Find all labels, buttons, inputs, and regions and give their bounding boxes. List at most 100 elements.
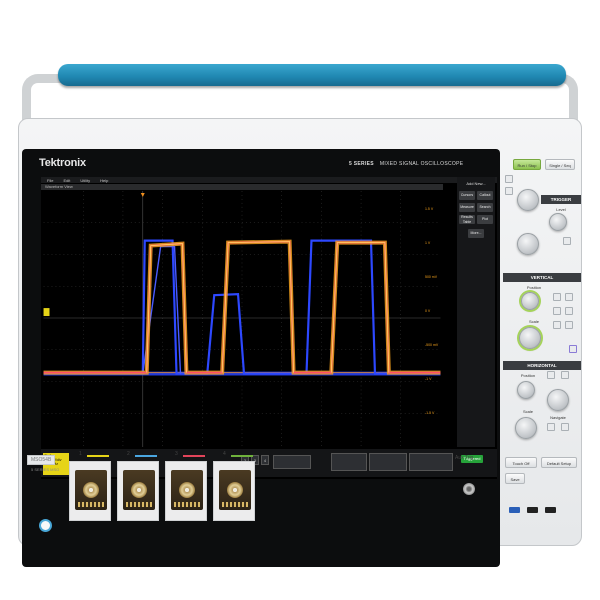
horizontal-key-2[interactable] — [561, 371, 569, 379]
front-panel-controls: Run / Stop Single / Seq TRIGGER Level VE… — [503, 157, 581, 561]
scale-label: 1.5 V — [425, 207, 434, 211]
navigate-label: Navigate — [550, 415, 566, 420]
trigger-level-label: Level — [556, 207, 566, 212]
ch4-input-connector[interactable] — [213, 461, 255, 521]
ch3-input-connector[interactable] — [165, 461, 207, 521]
ch2-bnc-icon — [131, 482, 147, 498]
power-button[interactable] — [39, 519, 52, 532]
vertical-key-6[interactable] — [565, 321, 573, 329]
touchscreen[interactable]: File Edit Utility Help Waveform View 1.5… — [41, 177, 497, 479]
aux-trig-connector[interactable] — [463, 483, 475, 495]
vertical-position-label: Position — [526, 285, 542, 290]
ch2-probe-pins — [126, 502, 152, 507]
add-math-ref-bus[interactable] — [273, 455, 311, 469]
trigger-mode-key[interactable] — [505, 175, 513, 183]
acquisition-badge[interactable] — [409, 453, 453, 471]
cursors-button[interactable]: Cursors — [459, 191, 475, 200]
menu-utility[interactable]: Utility — [80, 178, 90, 183]
usb-port-3[interactable] — [545, 507, 556, 513]
vertical-scale-knob[interactable] — [519, 327, 541, 349]
ch2-color-stripe — [135, 455, 157, 457]
menu-file[interactable]: File — [47, 178, 53, 183]
waveform-grid[interactable] — [43, 191, 441, 447]
menu-help[interactable]: Help — [100, 178, 108, 183]
ch2-connector-body — [123, 470, 155, 510]
horizontal-scale-knob[interactable] — [515, 417, 537, 439]
usb-port-1[interactable] — [509, 507, 520, 513]
vertical-key-7[interactable] — [569, 345, 577, 353]
measure-button[interactable]: Measure — [459, 203, 475, 212]
ch1-color-stripe — [87, 455, 109, 457]
model-sub-label: 5 SERIES MSO — [31, 467, 60, 472]
navigate-knob[interactable] — [547, 389, 569, 411]
ch4-button[interactable]: 4 — [261, 455, 269, 465]
ch3-number: 3 — [175, 451, 178, 457]
force-key[interactable] — [505, 187, 513, 195]
ch4-connector-body — [219, 470, 251, 510]
ch3-connector-body — [171, 470, 203, 510]
menu-bar: File Edit Utility Help — [41, 177, 497, 183]
ch1-input-connector[interactable] — [69, 461, 111, 521]
ch4-probe-pins — [222, 502, 248, 507]
ch2-input-connector[interactable] — [117, 461, 159, 521]
trigger-badge[interactable] — [369, 453, 407, 471]
vertical-key-2[interactable] — [565, 293, 573, 301]
default-setup-button[interactable]: Default Setup — [541, 457, 577, 468]
trigger-position-marker — [140, 192, 145, 197]
more-button[interactable]: More... — [468, 229, 484, 238]
trigger-level-knob[interactable] — [549, 213, 567, 231]
handle-left-arm — [22, 74, 64, 122]
right-scale: 1.5 V 1 V 500 mV 0 V -500 mV -1 V -1.5 V — [425, 207, 441, 457]
oscilloscope-body: Tektronix 5 SERIES MIXED SIGNAL OSCILLOSC… — [18, 118, 582, 567]
horizontal-badge[interactable] — [331, 453, 367, 471]
vertical-key-4[interactable] — [565, 307, 573, 315]
results-table-button[interactable]: Results Table — [459, 215, 475, 224]
plot-button[interactable]: Plot — [477, 215, 493, 224]
ch4-color-stripe — [231, 455, 253, 457]
vertical-scale-label: Scale — [528, 319, 539, 324]
scale-label: 500 mV — [425, 275, 438, 279]
multipurpose-a-knob[interactable] — [517, 189, 539, 211]
vertical-key-3[interactable] — [553, 307, 561, 315]
ch1-connector-body — [75, 470, 107, 510]
brand-logo: Tektronix — [39, 157, 86, 169]
ch4-number: 4 — [223, 451, 226, 457]
menu-edit[interactable]: Edit — [63, 178, 70, 183]
vertical-position-knob[interactable] — [521, 292, 539, 310]
horizontal-key-1[interactable] — [547, 371, 555, 379]
scale-label: -500 mV — [425, 343, 439, 347]
callout-button[interactable]: Callout — [477, 191, 493, 200]
single-seq-button[interactable]: Single / Seq — [545, 159, 575, 170]
multipurpose-b-knob[interactable] — [517, 233, 539, 255]
carry-handle — [58, 64, 566, 86]
ch3-color-stripe — [183, 455, 205, 457]
series-label: 5 SERIES MIXED SIGNAL OSCILLOSCOPE — [349, 161, 464, 167]
model-label: MSO54B — [27, 455, 56, 465]
ch1-probe-pins — [78, 502, 104, 507]
waveform-view-title: Waveform View — [41, 184, 443, 190]
horizontal-position-knob[interactable] — [517, 381, 535, 399]
ch4-bnc-icon — [227, 482, 243, 498]
vertical-section: VERTICAL — [503, 273, 581, 282]
horizontal-section: HORIZONTAL — [503, 361, 581, 370]
ch1-number: 1 — [79, 451, 82, 457]
scale-label: 1 V — [425, 241, 431, 245]
trigger-section: TRIGGER — [541, 195, 581, 204]
vertical-key-1[interactable] — [553, 293, 561, 301]
touch-off-button[interactable]: Touch Off — [505, 457, 537, 468]
run-stop-button[interactable]: Run / Stop — [513, 159, 541, 170]
trigger-slope-key[interactable] — [563, 237, 571, 245]
horizontal-scale-label: Scale — [522, 409, 533, 414]
usb-port-2[interactable] — [527, 507, 538, 513]
vertical-key-5[interactable] — [553, 321, 561, 329]
search-button[interactable]: Search — [477, 203, 493, 212]
navigate-right-key[interactable] — [561, 423, 569, 431]
navigate-left-key[interactable] — [547, 423, 555, 431]
scale-label: -1 V — [425, 377, 432, 381]
horizontal-position-label: Position — [520, 373, 536, 378]
scale-label: 0 V — [425, 309, 431, 313]
add-new-panel: Add New... Cursors Callout Measure Searc… — [457, 177, 495, 447]
save-button[interactable]: Save — [505, 473, 525, 484]
ch1-bnc-icon — [83, 482, 99, 498]
scale-label: -1.5 V — [425, 411, 435, 415]
